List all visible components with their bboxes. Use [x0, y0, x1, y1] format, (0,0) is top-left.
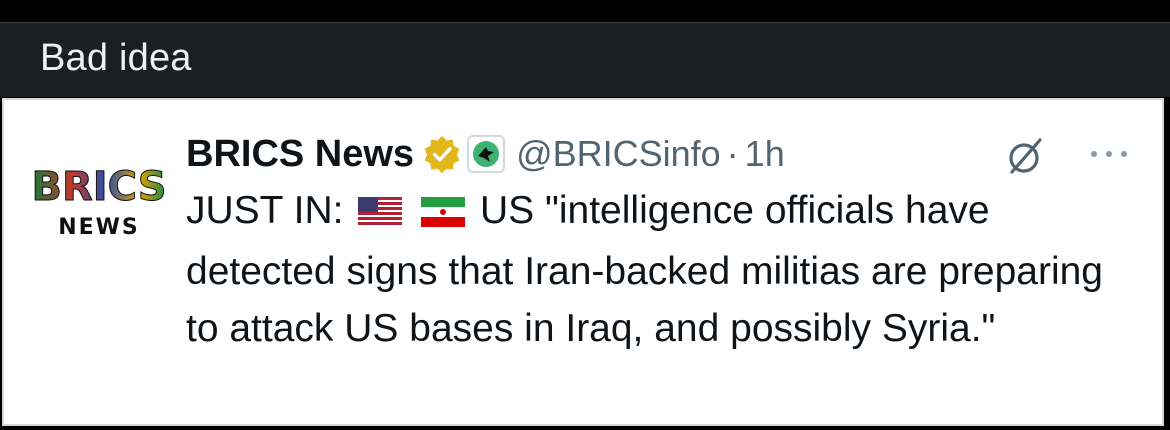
caption-text: Bad idea: [40, 37, 192, 79]
header-separator: ·: [726, 133, 739, 174]
iran-flag-icon: [421, 186, 466, 243]
tweet-text: JUST IN: US "intelligence officials have…: [186, 182, 1136, 357]
us-flag-icon: [358, 186, 403, 243]
more-icon[interactable]: [1086, 144, 1132, 164]
logo-news-text: NEWS: [58, 215, 140, 240]
tweet-text-prefix: JUST IN:: [186, 189, 344, 232]
grok-icon[interactable]: [1004, 134, 1048, 178]
author-name[interactable]: BRICS News: [186, 133, 414, 176]
verified-badge-icon: [422, 134, 462, 174]
top-bar: [0, 0, 1170, 22]
tweet-time[interactable]: 1h: [745, 133, 785, 175]
author-handle[interactable]: @BRICSinfo: [516, 133, 721, 175]
tweet-card[interactable]: BRICS NEWS BRICS News @BRICSinfo · 1h JU…: [2, 98, 1164, 426]
brics-news-logo[interactable]: BRICS NEWS: [34, 158, 164, 244]
screenshot: Bad idea BRICS NEWS BRICS News @BRICSinf…: [0, 0, 1170, 430]
caption-bar: Bad idea: [0, 22, 1170, 97]
tweet-header: BRICS News @BRICSinfo · 1h: [186, 130, 785, 178]
affiliate-badge-icon[interactable]: [466, 134, 506, 174]
logo-brics-text: BRICS: [34, 164, 164, 210]
